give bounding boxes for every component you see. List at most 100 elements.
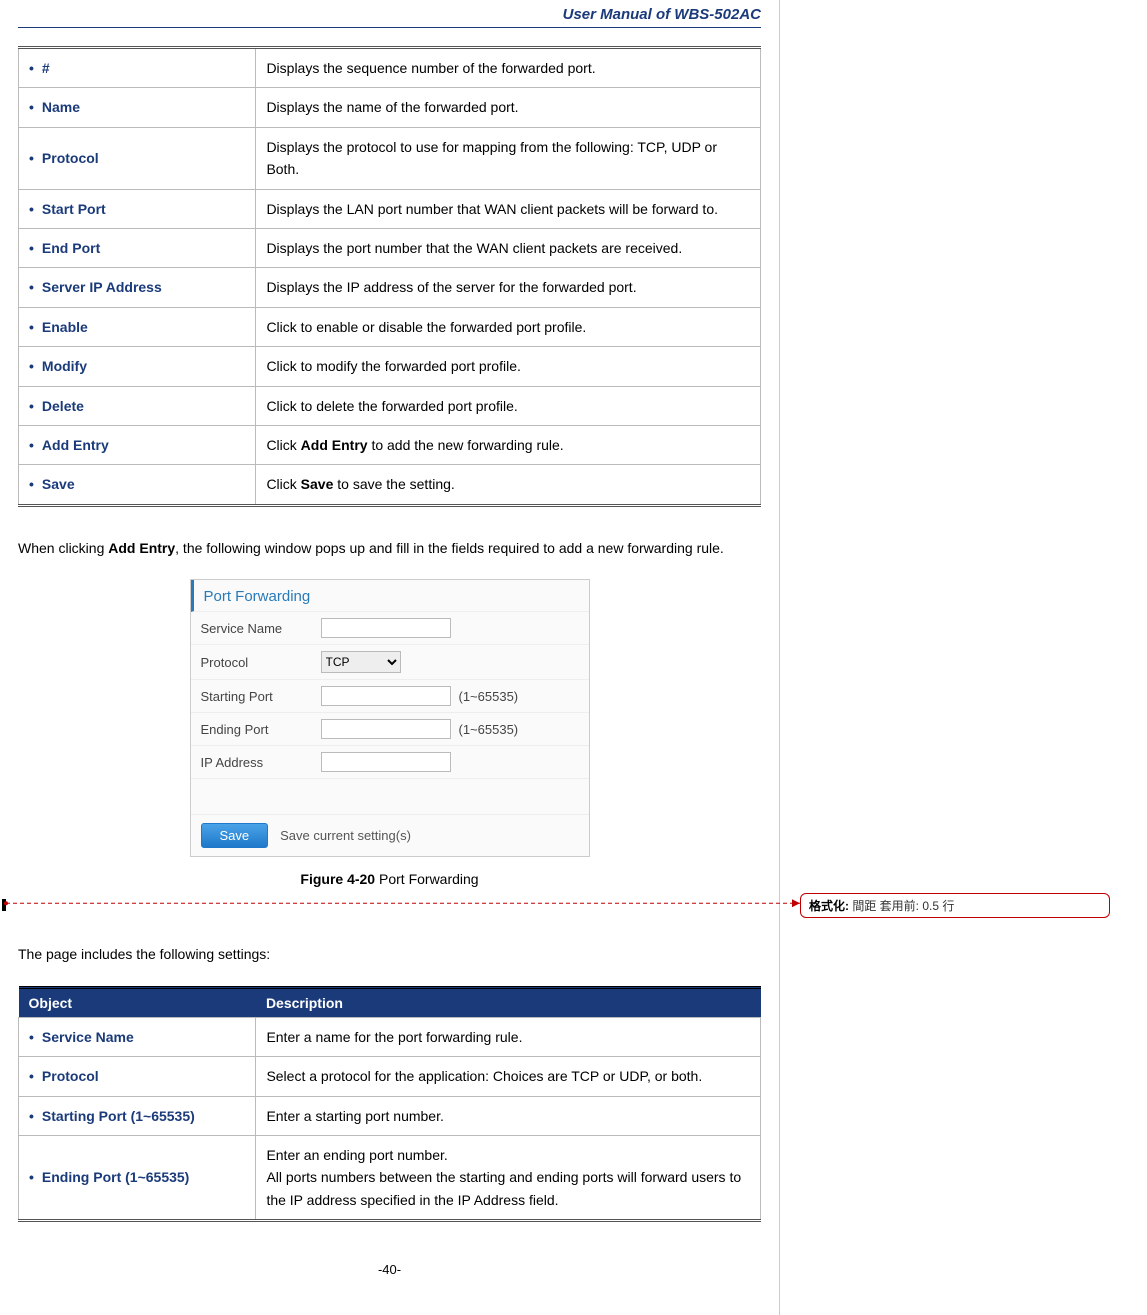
object-label: Start Port (42, 201, 106, 217)
table-row: •Starting Port (1~65535)Enter a starting… (19, 1096, 761, 1135)
bullet-icon: • (29, 150, 34, 166)
label-protocol: Protocol (201, 655, 321, 670)
object-label: Service Name (42, 1029, 134, 1045)
bullet-icon: • (29, 279, 34, 295)
table-row: • Delete Click to delete the forwarded por… (19, 386, 761, 425)
table-row: • Add Entry Click Add Entry to add the new… (19, 425, 761, 464)
cell-object: • Enable (19, 307, 256, 346)
comment-anchor-row (18, 893, 761, 917)
cell-object: • Ending Port (1~65535) (19, 1136, 256, 1221)
cell-description: Displays the sequence number of the forw… (256, 48, 761, 88)
table-row: • Enable Click to enable or disable the fo… (19, 307, 761, 346)
port-forwarding-panel: Port Forwarding Service Name Protocol TC… (190, 579, 590, 857)
hint-starting-port: (1~65535) (459, 689, 519, 704)
cell-description: Enter a starting port number. (256, 1096, 761, 1135)
cell-description: Click Save to save the setting. (256, 465, 761, 505)
bullet-icon: • (29, 476, 34, 492)
object-label: Protocol (42, 1068, 99, 1084)
table-row: • Ending Port (1~65535) Enter an ending po… (19, 1136, 761, 1221)
object-label: Server IP Address (42, 279, 162, 295)
paragraph-add-entry: When clicking Add Entry, the following w… (18, 535, 761, 562)
object-label: Ending Port (1~65535) (42, 1169, 189, 1185)
bullet-icon: • (29, 99, 34, 115)
table-row: •End PortDisplays the port number that t… (19, 228, 761, 267)
text: , the following window pops up and fill … (175, 540, 724, 556)
label-starting-port: Starting Port (201, 689, 321, 704)
cell-description: Click to delete the forwarded port profi… (256, 386, 761, 425)
object-label: Enable (42, 319, 88, 335)
cell-object: • Start Port (19, 189, 256, 228)
cell-object: • Delete (19, 386, 256, 425)
table-row: • Protocol Displays the protocol to use fo… (19, 127, 761, 189)
figure-caption-text: Port Forwarding (375, 871, 478, 887)
cell-description: Click Add Entry to add the new forwardin… (256, 425, 761, 464)
cell-object: • Name (19, 88, 256, 127)
starting-port-input[interactable] (321, 686, 451, 706)
page-header-title: User Manual of WBS-502AC (18, 0, 761, 27)
cell-description: Select a protocol for the application: C… (256, 1057, 761, 1096)
bullet-icon: • (29, 201, 34, 217)
format-comment-callout: 格式化: 間距 套用前: 0.5 行 (800, 893, 1110, 918)
cell-object: •Starting Port (1~65535) (19, 1096, 256, 1135)
object-label: Name (42, 99, 80, 115)
cell-description: Click to modify the forwarded port profi… (256, 347, 761, 386)
object-label: Delete (42, 398, 84, 414)
row-protocol: Protocol TCP (191, 645, 589, 680)
figure-caption: Figure 4-20 Port Forwarding (18, 871, 761, 887)
cell-description: Enter a name for the port forwarding rul… (256, 1017, 761, 1056)
header-rule (18, 27, 761, 28)
cell-description: Displays the port number that the WAN cl… (256, 228, 761, 267)
bullet-icon: • (29, 319, 34, 335)
row-ip-address: IP Address (191, 746, 589, 779)
cell-description: Enter an ending port number. All ports n… (256, 1136, 761, 1221)
object-label: Save (42, 476, 75, 492)
panel-spacer (191, 779, 589, 815)
cell-description: Displays the LAN port number that WAN cl… (256, 189, 761, 228)
bullet-icon: • (29, 1029, 34, 1045)
row-starting-port: Starting Port (1~65535) (191, 680, 589, 713)
figure-port-forwarding: Port Forwarding Service Name Protocol TC… (18, 579, 761, 857)
figure-caption-bold: Figure 4-20 (300, 871, 375, 887)
protocol-select[interactable]: TCP (321, 651, 401, 673)
label-ip-address: IP Address (201, 755, 321, 770)
cell-description: Click to enable or disable the forwarded… (256, 307, 761, 346)
bullet-icon: • (29, 240, 34, 256)
object-label: Add Entry (42, 437, 109, 453)
cell-description: Displays the protocol to use for mapping… (256, 127, 761, 189)
table-row: •ProtocolSelect a protocol for the appli… (19, 1057, 761, 1096)
row-ending-port: Ending Port (1~65535) (191, 713, 589, 746)
panel-footer: Save Save current setting(s) (191, 815, 589, 856)
bullet-icon: • (29, 1169, 34, 1185)
object-label: Modify (42, 358, 87, 374)
table-row: • Save Click Save to save the setting. (19, 465, 761, 505)
ip-address-input[interactable] (321, 752, 451, 772)
panel-title: Port Forwarding (191, 580, 589, 612)
table-row: • Start Port Displays the LAN port number … (19, 189, 761, 228)
bullet-icon: • (29, 437, 34, 453)
cell-description: Displays the name of the forwarded port. (256, 88, 761, 127)
comment-label: 格式化: (809, 899, 849, 913)
bullet-icon: • (29, 1108, 34, 1124)
table-row: • Name Displays the name of the forwarded … (19, 88, 761, 127)
ending-port-input[interactable] (321, 719, 451, 739)
page-number: -40- (18, 1262, 761, 1277)
settings-table-1: •#Displays the sequence number of the fo… (18, 46, 761, 507)
table-row: •ModifyClick to modify the forwarded por… (19, 347, 761, 386)
header-object: Object (19, 987, 256, 1017)
bullet-icon: • (29, 398, 34, 414)
object-label: Protocol (42, 150, 99, 166)
header-description: Description (256, 987, 761, 1017)
cell-object: •End Port (19, 228, 256, 267)
document-page: User Manual of WBS-502AC •#Displays the … (0, 0, 780, 1315)
table-header-row: Object Description (19, 987, 761, 1017)
save-button[interactable]: Save (201, 823, 269, 848)
row-service-name: Service Name (191, 612, 589, 645)
cell-object: •Modify (19, 347, 256, 386)
bullet-icon: • (29, 60, 34, 76)
paragraph-includes: The page includes the following settings… (18, 941, 761, 968)
cell-object: • Protocol (19, 127, 256, 189)
service-name-input[interactable] (321, 618, 451, 638)
text-bold: Add Entry (108, 540, 175, 556)
cell-description: Displays the IP address of the server fo… (256, 268, 761, 307)
cell-object: •Protocol (19, 1057, 256, 1096)
